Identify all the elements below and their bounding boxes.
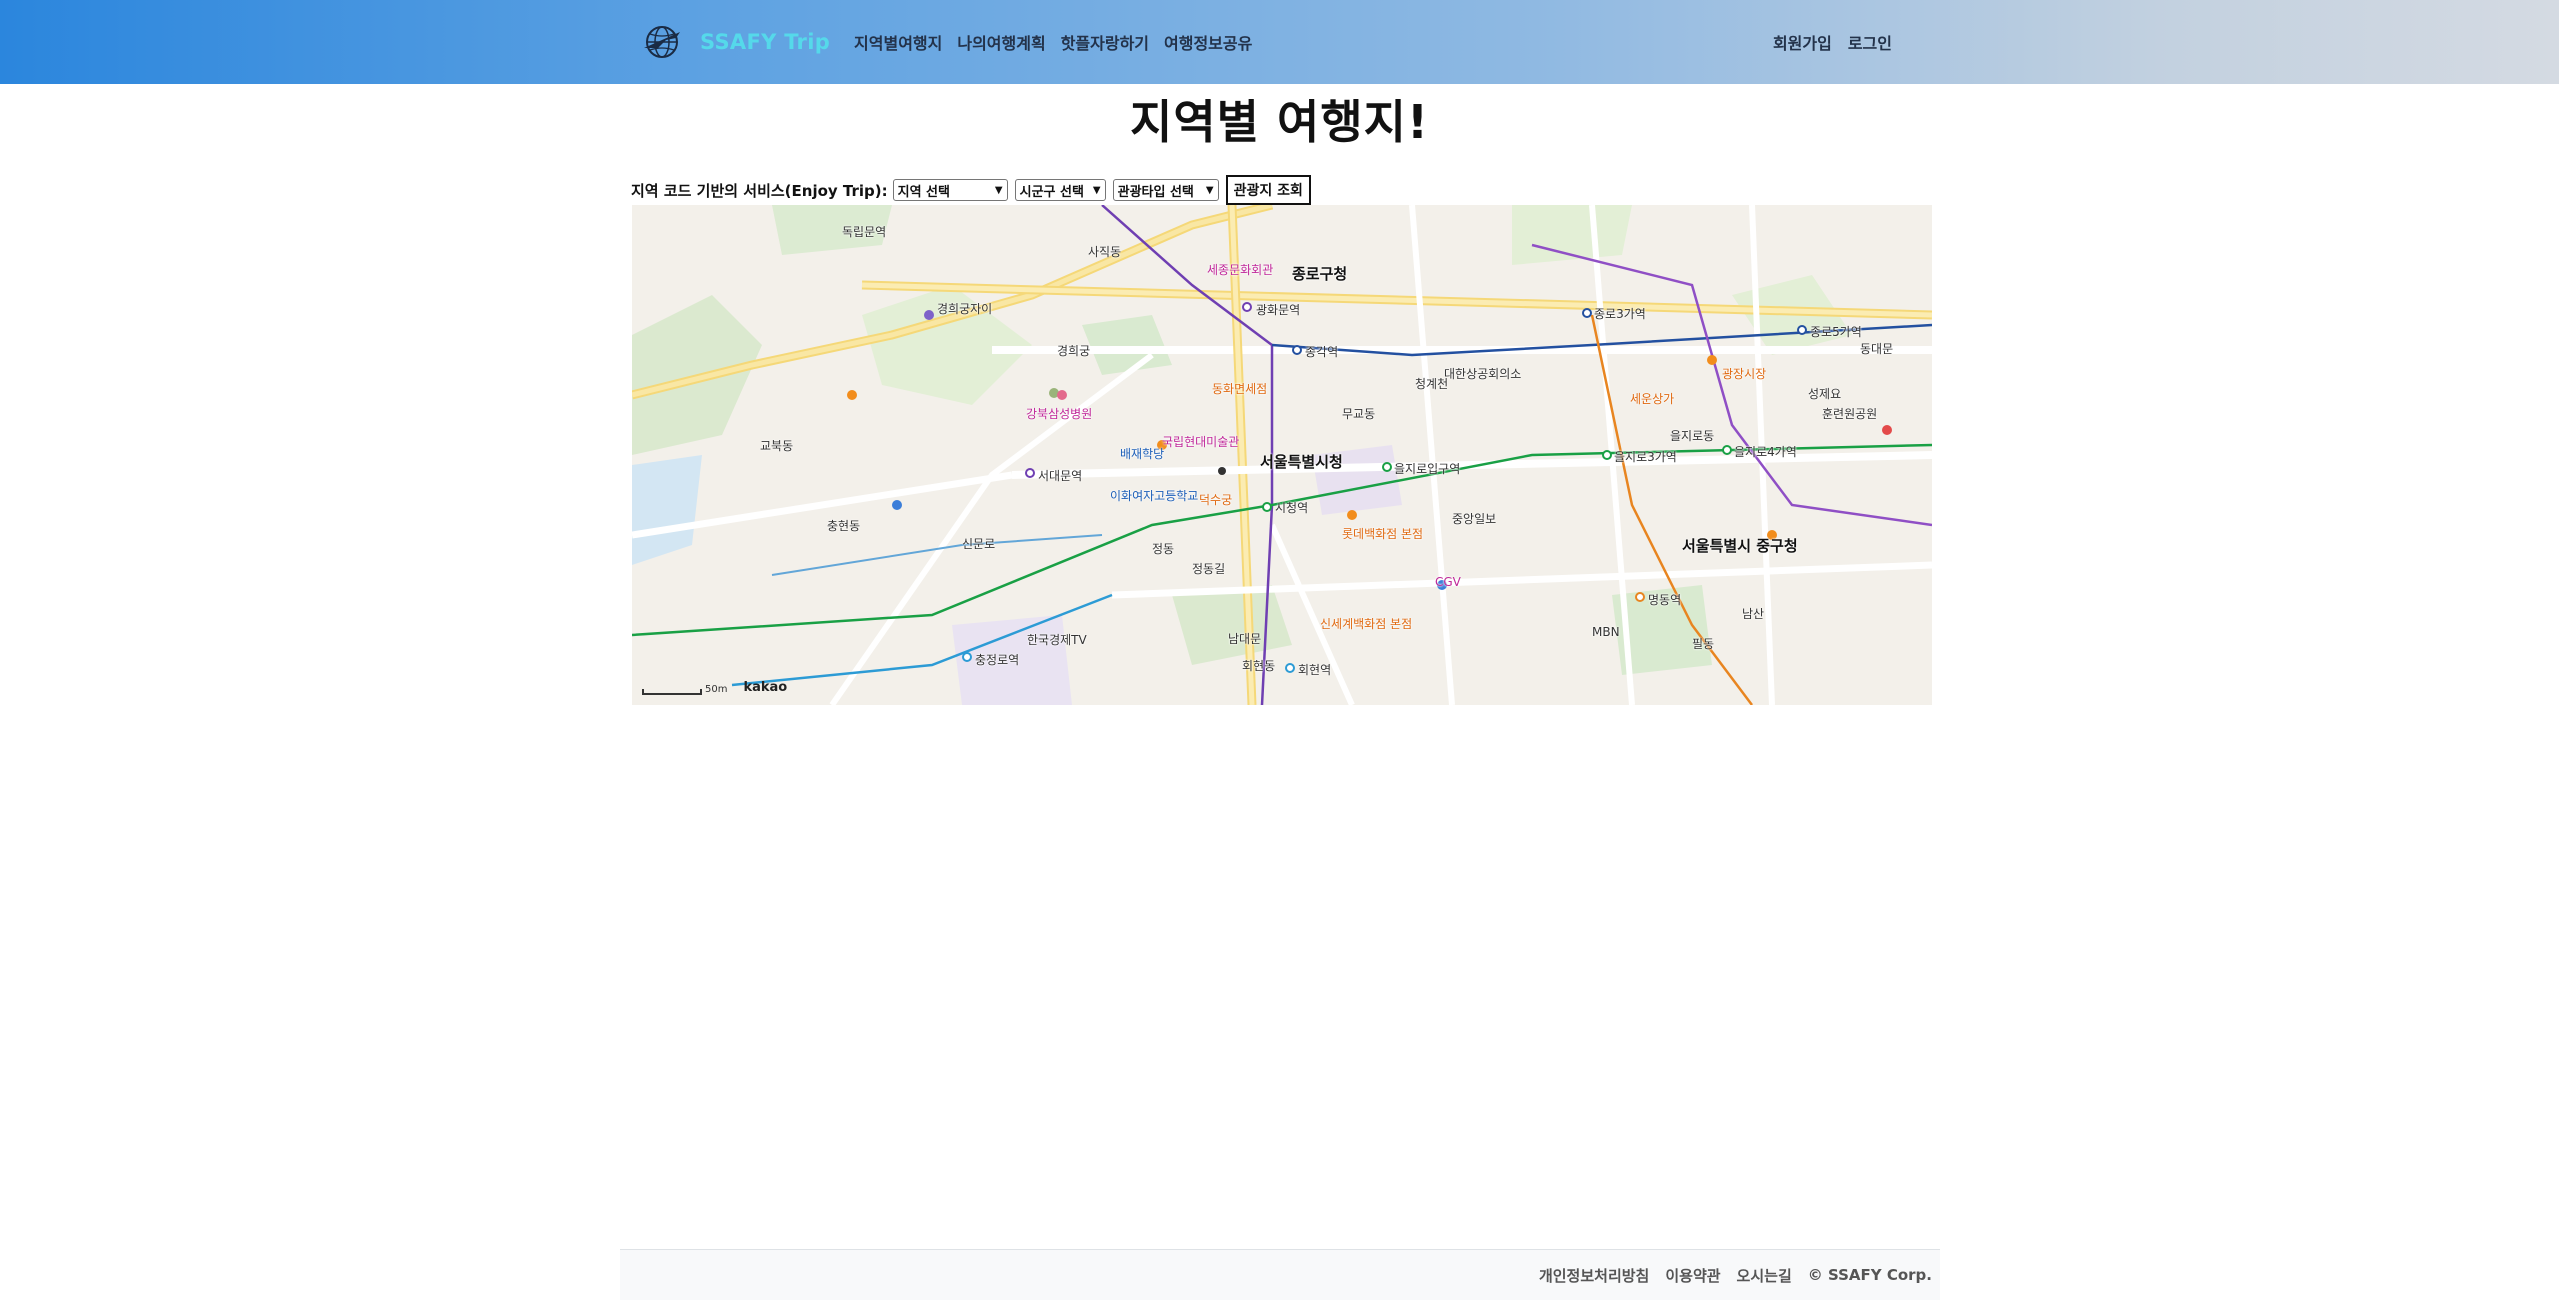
footer-privacy-link[interactable]: 개인정보처리방침 [1539,1265,1649,1286]
sigungu-select[interactable]: 시군구 선택 ▼ [1014,179,1106,201]
map-label-cgv[interactable]: CGV [1435,575,1461,589]
top-navbar: SSAFY Trip 지역별여행지 나의여행계획 핫플자랑하기 여행정보공유 회… [0,0,2559,84]
page-title: 지역별 여행지! [1130,95,1429,149]
kakao-map[interactable]: 서울특별시청 종로구청 서울특별시 중구청 시청역 광화문역 종각역 을지로입구… [632,205,1932,705]
map-label-dongnimmun-station[interactable]: 독립문역 [842,223,886,240]
signup-link[interactable]: 회원가입 [1773,30,1832,54]
map-label-ewha-girls-high[interactable]: 이화여자고등학교 [1110,487,1198,504]
map-label-jeongdong-gil[interactable]: 정동길 [1192,560,1225,577]
map-label-sejong-center[interactable]: 세종문화회관 [1207,261,1273,278]
map-label-mmca[interactable]: 국립현대미술관 [1162,433,1239,450]
map-label-seongjeyo[interactable]: 성제요 [1808,385,1841,402]
area-select-value: 지역 선택 [897,184,950,200]
map-label-donghwa-duty-free[interactable]: 동화면세점 [1212,380,1267,397]
map-label-city-hall-station[interactable]: 시청역 [1275,499,1308,516]
content-type-select-value: 관광타입 선택 [1117,184,1194,200]
scale-bar [642,689,702,695]
map-label-jongno5ga-station[interactable]: 종로5가역 [1810,323,1862,340]
map-label-euljiro3ga-station[interactable]: 을지로3가역 [1614,448,1677,465]
map-label-korea-chamber[interactable]: 대한상공회의소 [1444,365,1521,382]
map-label-sewoon-sangga[interactable]: 세운상가 [1630,390,1674,407]
map-label-gyobuk-dong[interactable]: 교북동 [760,437,793,454]
map-label-kangbuk-samsung-hospital[interactable]: 강북삼성병원 [1026,405,1092,422]
auth-menu: 회원가입 로그인 [1757,30,1892,54]
kakao-logo[interactable]: kakao [743,680,787,695]
map-label-euljiro-ipgu-station[interactable]: 을지로입구역 [1394,460,1460,477]
map-label-paichai[interactable]: 배재학당 [1120,445,1164,462]
chevron-down-icon: ▼ [1205,184,1214,196]
map-label-hoehyeon-dong[interactable]: 회현동 [1242,657,1275,674]
footer-terms-link[interactable]: 이용약관 [1665,1265,1720,1286]
footer-copyright: © SSAFY Corp. [1807,1266,1932,1284]
map-label-jonggak-station[interactable]: 종각역 [1305,343,1338,360]
map-label-namdaemun[interactable]: 남대문 [1228,630,1261,647]
map-label-mugyo-dong[interactable]: 무교동 [1342,405,1375,422]
menu-regional-trips[interactable]: 지역별여행지 [854,30,942,54]
chevron-down-icon: ▼ [994,184,1003,196]
map-label-city-hall[interactable]: 서울특별시청 [1260,451,1343,472]
map-label-hunryeonwon-park[interactable]: 훈련원공원 [1822,405,1877,422]
map-label-pil-dong[interactable]: 필동 [1692,635,1714,652]
map-label-mbn[interactable]: MBN [1592,625,1620,639]
map-label-chunghyeon-dong[interactable]: 충현동 [827,517,860,534]
map-label-joongang-ilbo[interactable]: 중앙일보 [1452,510,1496,527]
map-label-jung-gu-office[interactable]: 서울특별시 중구청 [1682,535,1798,556]
search-label: 지역 코드 기반의 서비스(Enjoy Trip): [631,181,888,200]
menu-hotplace-share[interactable]: 핫플자랑하기 [1061,30,1149,54]
map-label-euljiro4ga-station[interactable]: 을지로4가역 [1734,443,1797,460]
map-label-jeong-dong[interactable]: 정동 [1152,540,1174,557]
footer-directions-link[interactable]: 오시는길 [1737,1265,1792,1286]
map-label-korea-economy-tv[interactable]: 한국경제TV [1027,631,1087,648]
content-type-select[interactable]: 관광타입 선택 ▼ [1112,179,1219,201]
chevron-down-icon: ▼ [1092,184,1101,196]
brand-name[interactable]: SSAFY Trip [700,30,830,54]
map-label-shinsegae-dept-store[interactable]: 신세계백화점 본점 [1320,615,1412,632]
map-scale: 50m kakao [642,680,787,695]
map-label-myeongdong-station[interactable]: 명동역 [1648,591,1681,608]
map-label-sajik-dong[interactable]: 사직동 [1088,243,1121,260]
search-form: 지역 코드 기반의 서비스(Enjoy Trip): 지역 선택 ▼ 시군구 선… [631,174,1311,206]
map-label-gyeonghuigung-xi[interactable]: 경희궁자이 [937,300,992,317]
map-label-seodaemun-station[interactable]: 서대문역 [1038,467,1082,484]
map-label-euljiro-dong[interactable]: 을지로동 [1670,427,1714,444]
login-link[interactable]: 로그인 [1848,30,1892,54]
map-label-dongdaemun[interactable]: 동대문 [1860,340,1893,357]
map-label-gwanghwamun-station[interactable]: 광화문역 [1256,301,1300,318]
menu-my-trip-plan[interactable]: 나의여행계획 [957,30,1045,54]
footer: 개인정보처리방침 이용약관 오시는길 © SSAFY Corp. [620,1249,1940,1300]
map-label-gwangjang-market[interactable]: 광장시장 [1722,365,1766,382]
sigungu-select-value: 시군구 선택 [1019,184,1084,200]
map-label-sinmunno[interactable]: 신문로 [962,535,995,552]
area-select[interactable]: 지역 선택 ▼ [892,179,1008,201]
main-menu: 지역별여행지 나의여행계획 핫플자랑하기 여행정보공유 [854,30,1267,54]
map-label-chungjeongno-station[interactable]: 충정로역 [975,651,1019,668]
navbar-container: SSAFY Trip 지역별여행지 나의여행계획 핫플자랑하기 여행정보공유 회… [640,0,1920,84]
map-label-hoehyeon-station[interactable]: 회현역 [1298,661,1331,678]
map-label-lotte-dept-store[interactable]: 롯데백화점 본점 [1342,525,1423,542]
menu-travel-info-share[interactable]: 여행정보공유 [1164,30,1252,54]
map-label-jongno-gu-office[interactable]: 종로구청 [1292,263,1347,284]
map-label-namsan[interactable]: 남산 [1742,605,1764,622]
map-label-deoksugung[interactable]: 덕수궁 [1199,491,1232,508]
scale-text: 50m [705,684,728,695]
map-label-jongno3ga-station[interactable]: 종로3가역 [1594,305,1646,322]
search-attractions-button[interactable]: 관광지 조회 [1225,175,1311,205]
map-label-gyeonghuigung[interactable]: 경희궁 [1057,342,1090,359]
globe-airplane-logo-icon[interactable] [642,22,682,62]
